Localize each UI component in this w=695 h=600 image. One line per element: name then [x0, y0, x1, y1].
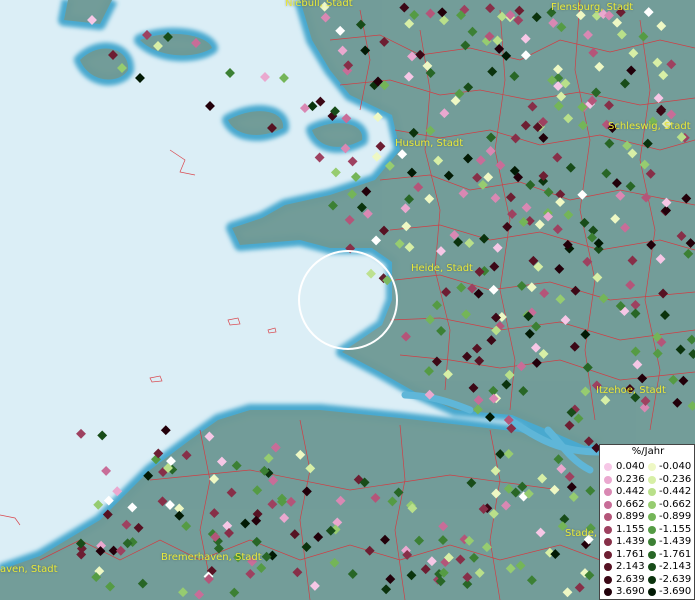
legend-value-negative: -1.155 [659, 523, 692, 535]
legend-value-negative: -1.761 [659, 548, 692, 560]
legend-row: 2.639 -2.639 [600, 574, 695, 586]
legend-swatch-negative [648, 538, 656, 546]
city-label-schleswig: Schleswig, Stadt [608, 121, 691, 132]
legend-row: 0.442 -0.442 [600, 486, 695, 498]
legend-row: 0.040 -0.040 [600, 461, 695, 473]
legend-value-negative: -1.439 [659, 536, 692, 547]
legend-swatch-positive [604, 513, 612, 521]
legend-row: 1.439 -1.439 [600, 536, 695, 548]
legend-row: 0.236 -0.236 [600, 474, 695, 486]
legend-value-positive: 1.439 [616, 536, 645, 547]
legend-value-positive: 2.639 [616, 573, 645, 585]
legend-value-positive: 0.899 [616, 511, 645, 522]
legend-value-positive: 1.761 [616, 548, 645, 560]
legend-value-negative: -3.690 [659, 586, 692, 597]
legend-swatch-negative [648, 550, 656, 559]
legend-unit: %/Jahr [631, 446, 665, 457]
legend-value-positive: 1.155 [616, 523, 645, 535]
legend-swatch-negative [648, 513, 656, 521]
legend-value-negative: -0.899 [659, 511, 692, 522]
legend-swatch-negative [648, 588, 656, 596]
legend-swatch-positive [604, 588, 612, 596]
legend-swatch-positive [604, 463, 612, 471]
city-label-bremerhaven: Bremerhaven, Stadt [161, 552, 262, 563]
legend-value-negative: -2.639 [659, 573, 692, 585]
legend: %/Jahr 0.040 -0.040 0.236 -0.236 0.442 -0.442… [599, 444, 695, 600]
legend-swatch-positive [604, 550, 612, 559]
city-label-cuxhaven: aven, Stadt [0, 564, 58, 575]
selection-circle[interactable] [298, 250, 398, 350]
legend-value-positive: 2.143 [616, 561, 645, 572]
legend-swatch-positive [604, 500, 612, 509]
legend-swatch-negative [648, 500, 656, 509]
legend-value-positive: 0.662 [616, 498, 645, 510]
legend-value-positive: 0.040 [616, 461, 645, 472]
legend-value-positive: 0.442 [616, 486, 645, 497]
city-label-niebuell: Niebüll, Stadt [285, 0, 353, 9]
legend-row: 3.690 -3.690 [600, 586, 695, 598]
legend-swatch-negative [648, 575, 656, 584]
legend-value-positive: 3.690 [616, 586, 645, 597]
legend-swatch-positive [604, 538, 612, 546]
map-canvas[interactable] [0, 0, 695, 600]
legend-value-negative: -0.442 [659, 486, 692, 497]
city-label-stade: Stade, [565, 528, 598, 539]
legend-value-negative: -2.143 [659, 561, 692, 572]
legend-row: 1.761 -1.761 [600, 549, 695, 561]
legend-row: 1.155 -1.155 [600, 524, 695, 536]
legend-row: 0.662 -0.662 [600, 499, 695, 511]
legend-swatch-negative [648, 463, 656, 471]
legend-swatch-negative [648, 525, 656, 534]
city-label-husum: Husum, Stadt [395, 138, 464, 149]
legend-swatch-positive [604, 563, 612, 571]
legend-swatch-negative [648, 475, 656, 484]
legend-value-negative: -0.236 [659, 473, 692, 485]
city-label-itzehoe: Itzehoe, Stadt [596, 385, 666, 396]
legend-value-negative: -0.040 [659, 461, 692, 472]
legend-swatch-positive [604, 525, 612, 534]
legend-swatch-positive [604, 475, 612, 484]
city-label-flensburg: Flensburg, Stadt [551, 2, 634, 13]
legend-swatch-positive [604, 488, 612, 496]
city-label-heide: Heide, Stadt [411, 263, 473, 274]
legend-value-positive: 0.236 [616, 473, 645, 485]
legend-swatch-positive [604, 575, 612, 584]
legend-value-negative: -0.662 [659, 498, 692, 510]
legend-row: 0.899 -0.899 [600, 511, 695, 523]
legend-row: 2.143 -2.143 [600, 561, 695, 573]
legend-swatch-negative [648, 488, 656, 496]
legend-swatch-negative [648, 563, 656, 571]
